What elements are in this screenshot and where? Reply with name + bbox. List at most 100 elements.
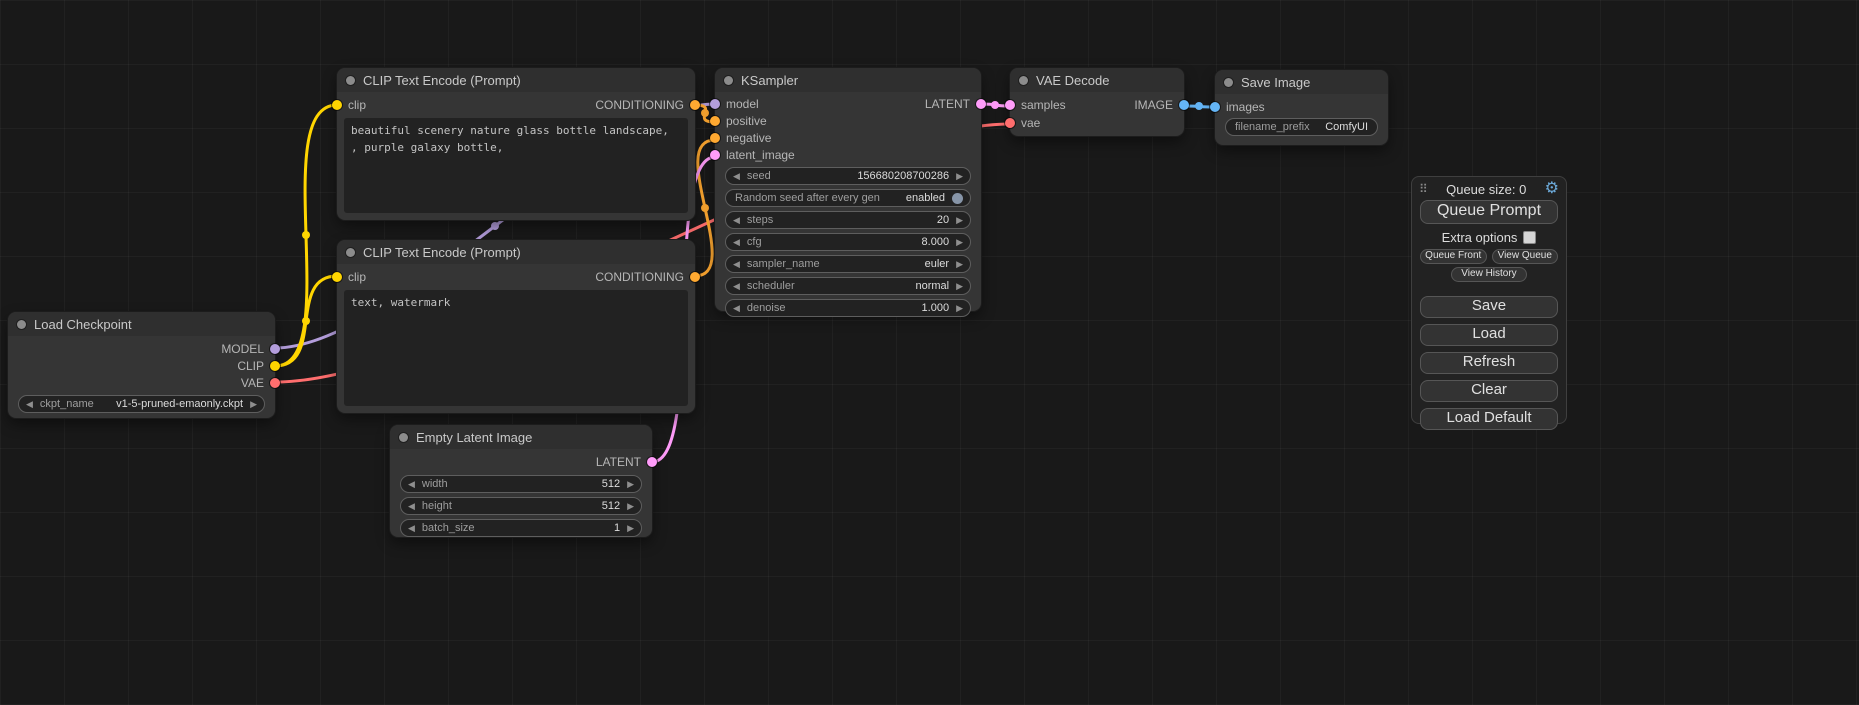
wire-midpoint-dot (491, 222, 499, 230)
stepper-right-icon[interactable]: ▶ (956, 282, 963, 291)
widget-value: v1-5-pruned-emaonly.ckpt (116, 398, 243, 410)
height-widget[interactable]: ◀ height 512 ▶ (400, 497, 642, 515)
collapse-dot-icon[interactable] (346, 248, 355, 257)
slot-row: CLIP (8, 357, 275, 374)
stepper-right-icon[interactable]: ▶ (250, 400, 257, 409)
collapse-dot-icon[interactable] (1019, 76, 1028, 85)
random-seed-toggle-widget[interactable]: Random seed after every gen enabled (725, 189, 971, 207)
denoise-widget[interactable]: ◀ denoise 1.000 ▶ (725, 299, 971, 317)
negative-input-port[interactable] (710, 133, 720, 143)
vae-output-port[interactable] (270, 378, 280, 388)
wire-midpoint-dot (1195, 102, 1203, 110)
stepper-left-icon[interactable]: ◀ (733, 216, 740, 225)
node-title-bar[interactable]: Empty Latent Image (390, 425, 652, 449)
stepper-right-icon[interactable]: ▶ (956, 172, 963, 181)
collapse-dot-icon[interactable] (346, 76, 355, 85)
latent-image-input-port[interactable] (710, 150, 720, 160)
steps-widget[interactable]: ◀ steps 20 ▶ (725, 211, 971, 229)
ckpt-name-widget[interactable]: ◀ ckpt_name v1-5-pruned-emaonly.ckpt ▶ (18, 395, 265, 413)
slot-section: MODEL CLIP VAE (8, 336, 275, 391)
node-title: VAE Decode (1036, 73, 1109, 88)
node-empty-latent-image[interactable]: Empty Latent Image LATENT ◀ width 512 ▶ … (390, 425, 652, 537)
filename-prefix-widget[interactable]: filename_prefix ComfyUI (1225, 118, 1378, 136)
prompt-textarea[interactable]: beautiful scenery nature glass bottle la… (344, 118, 688, 213)
stepper-right-icon[interactable]: ▶ (956, 304, 963, 313)
node-load-checkpoint[interactable]: Load Checkpoint MODEL CLIP VAE ◀ ckpt_na… (8, 312, 275, 418)
queue-front-button[interactable]: Queue Front (1420, 249, 1487, 264)
stepper-left-icon[interactable]: ◀ (408, 502, 415, 511)
node-title-bar[interactable]: CLIP Text Encode (Prompt) (337, 240, 695, 264)
clip-input-port[interactable] (332, 100, 342, 110)
stepper-right-icon[interactable]: ▶ (956, 238, 963, 247)
stepper-left-icon[interactable]: ◀ (26, 400, 33, 409)
latent-output-port[interactable] (647, 457, 657, 467)
conditioning-output-port[interactable] (690, 272, 700, 282)
clip-input-port[interactable] (332, 272, 342, 282)
collapse-dot-icon[interactable] (1224, 78, 1233, 87)
node-title-bar[interactable]: Save Image (1215, 70, 1388, 94)
slot-row: negative (715, 129, 981, 146)
batch-size-widget[interactable]: ◀ batch_size 1 ▶ (400, 519, 642, 537)
width-widget[interactable]: ◀ width 512 ▶ (400, 475, 642, 493)
load-button[interactable]: Load (1420, 324, 1558, 346)
node-save-image[interactable]: Save Image images filename_prefix ComfyU… (1215, 70, 1388, 145)
wire-midpoint-dot (991, 101, 999, 109)
view-history-button[interactable]: View History (1451, 267, 1527, 282)
node-title-bar[interactable]: KSampler (715, 68, 981, 92)
stepper-right-icon[interactable]: ▶ (627, 480, 634, 489)
images-input-port[interactable] (1210, 102, 1220, 112)
settings-gear-icon[interactable]: ⚙ (1545, 181, 1559, 197)
conditioning-output-port[interactable] (690, 100, 700, 110)
clear-button[interactable]: Clear (1420, 380, 1558, 402)
stepper-right-icon[interactable]: ▶ (956, 260, 963, 269)
drag-handle-icon[interactable]: ⠿ (1419, 182, 1428, 196)
stepper-left-icon[interactable]: ◀ (733, 238, 740, 247)
vae-input-port[interactable] (1005, 118, 1015, 128)
stepper-left-icon[interactable]: ◀ (408, 524, 415, 533)
refresh-button[interactable]: Refresh (1420, 352, 1558, 374)
latent-output-port[interactable] (976, 99, 986, 109)
node-title-bar[interactable]: Load Checkpoint (8, 312, 275, 336)
output-label-vae: VAE (241, 376, 264, 390)
positive-input-port[interactable] (710, 116, 720, 126)
output-label-conditioning: CONDITIONING (595, 270, 684, 284)
widget-value: 8.000 (922, 236, 950, 248)
wire-midpoint-dot (302, 317, 310, 325)
model-output-port[interactable] (270, 344, 280, 354)
clip-output-port[interactable] (270, 361, 280, 371)
stepper-right-icon[interactable]: ▶ (627, 502, 634, 511)
stepper-right-icon[interactable]: ▶ (956, 216, 963, 225)
stepper-left-icon[interactable]: ◀ (733, 282, 740, 291)
collapse-dot-icon[interactable] (399, 433, 408, 442)
extra-options-checkbox[interactable] (1523, 231, 1536, 244)
samples-input-port[interactable] (1005, 100, 1015, 110)
collapse-dot-icon[interactable] (17, 320, 26, 329)
node-vae-decode[interactable]: VAE Decode samples IMAGE vae (1010, 68, 1184, 136)
stepper-left-icon[interactable]: ◀ (408, 480, 415, 489)
node-title-bar[interactable]: CLIP Text Encode (Prompt) (337, 68, 695, 92)
stepper-right-icon[interactable]: ▶ (627, 524, 634, 533)
sampler-name-widget[interactable]: ◀ sampler_name euler ▶ (725, 255, 971, 273)
node-title-bar[interactable]: VAE Decode (1010, 68, 1184, 92)
cfg-widget[interactable]: ◀ cfg 8.000 ▶ (725, 233, 971, 251)
load-default-button[interactable]: Load Default (1420, 408, 1558, 430)
queue-panel[interactable]: ⠿ Queue size: 0 ⚙ Queue Prompt Extra opt… (1411, 176, 1567, 424)
prompt-textarea[interactable]: text, watermark (344, 290, 688, 406)
save-button[interactable]: Save (1420, 296, 1558, 318)
node-ksampler[interactable]: KSampler model LATENT positive negative … (715, 68, 981, 311)
stepper-left-icon[interactable]: ◀ (733, 172, 740, 181)
widget-name: height (422, 500, 452, 512)
model-input-port[interactable] (710, 99, 720, 109)
collapse-dot-icon[interactable] (724, 76, 733, 85)
node-clip-text-encode-negative[interactable]: CLIP Text Encode (Prompt) clip CONDITION… (337, 240, 695, 413)
view-queue-button[interactable]: View Queue (1492, 249, 1559, 264)
queue-prompt-button[interactable]: Queue Prompt (1420, 200, 1558, 224)
scheduler-widget[interactable]: ◀ scheduler normal ▶ (725, 277, 971, 295)
comfyui-canvas[interactable]: { "app": { "name": "ComfyUI" }, "icons":… (0, 0, 1859, 705)
stepper-left-icon[interactable]: ◀ (733, 304, 740, 313)
stepper-left-icon[interactable]: ◀ (733, 260, 740, 269)
toggle-indicator-icon[interactable] (952, 193, 963, 204)
image-output-port[interactable] (1179, 100, 1189, 110)
seed-widget[interactable]: ◀ seed 156680208700286 ▶ (725, 167, 971, 185)
node-clip-text-encode-positive[interactable]: CLIP Text Encode (Prompt) clip CONDITION… (337, 68, 695, 220)
